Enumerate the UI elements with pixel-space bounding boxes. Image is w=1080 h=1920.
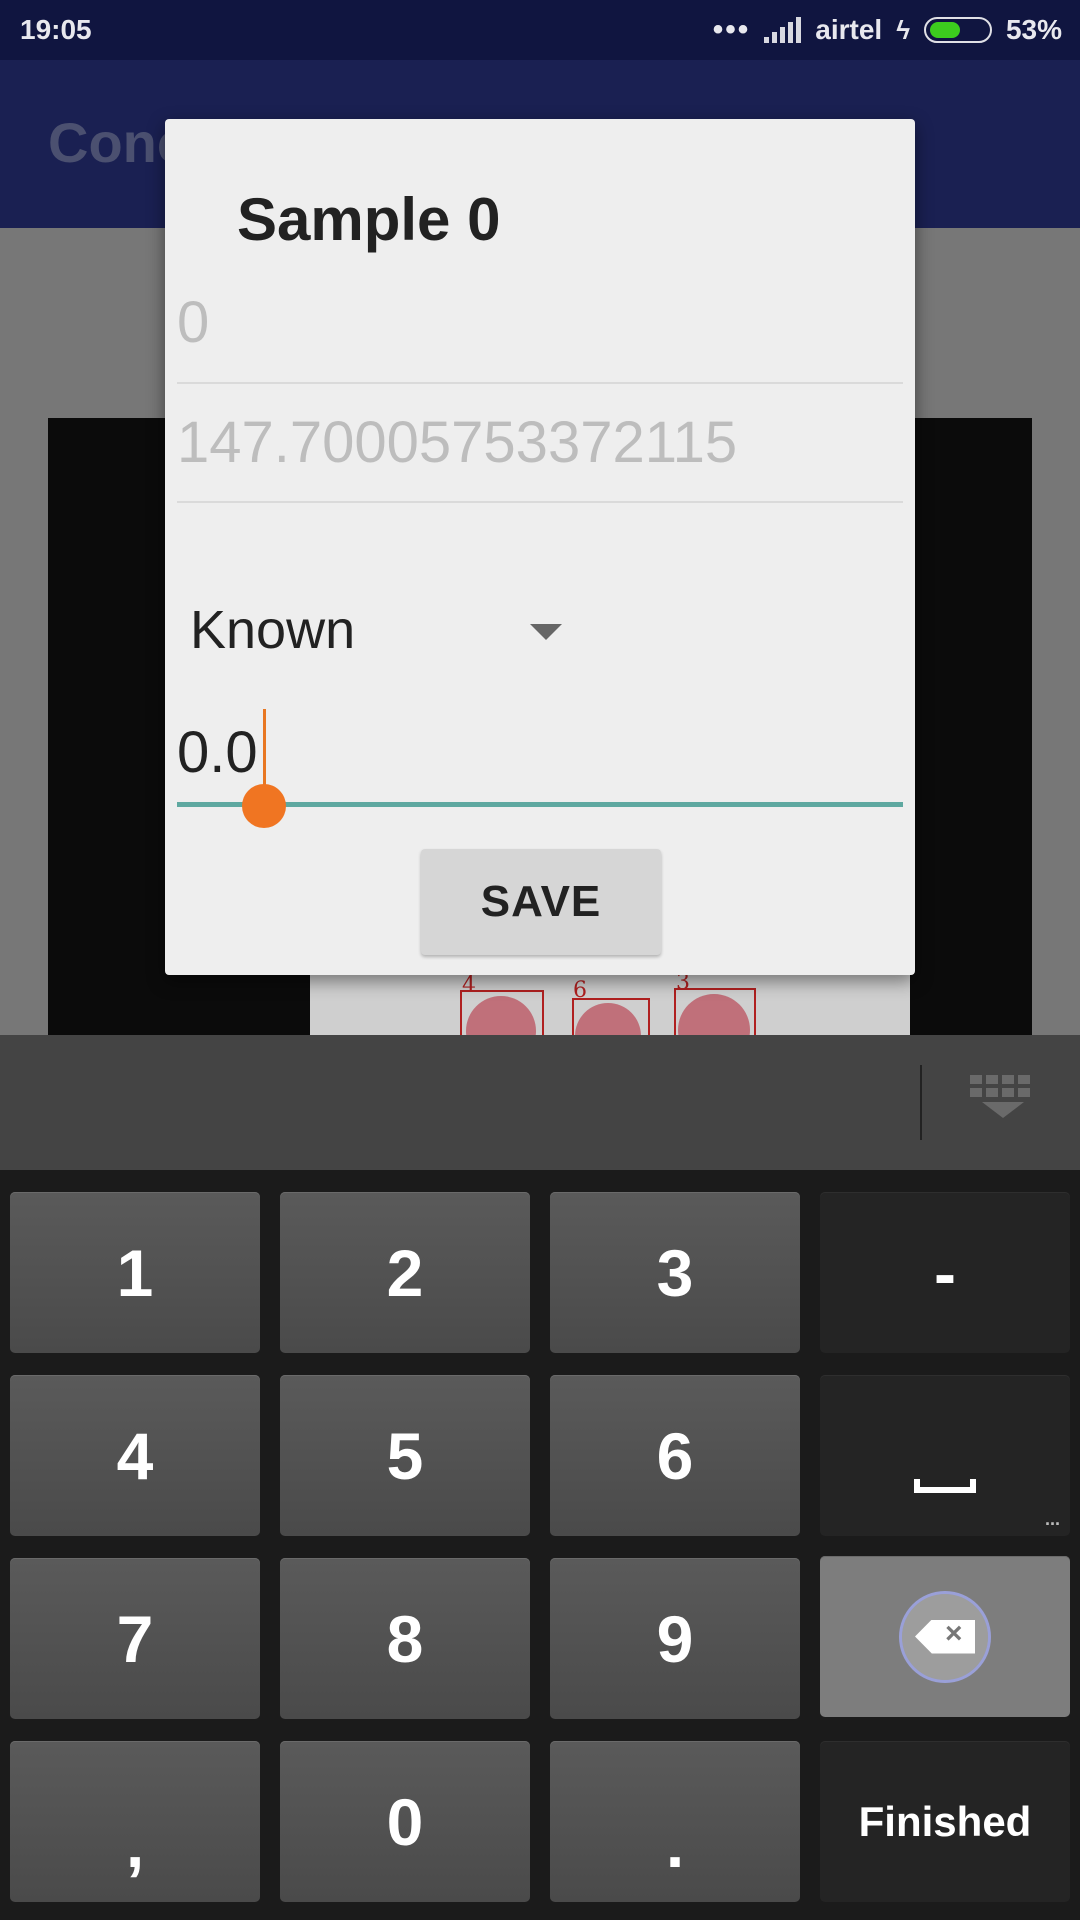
hide-keyboard-icon[interactable] bbox=[970, 1075, 1036, 1131]
key-7[interactable]: 7 bbox=[10, 1558, 260, 1719]
key-period[interactable]: . bbox=[550, 1741, 800, 1902]
backspace-icon: × bbox=[902, 1593, 988, 1680]
key-1[interactable]: 1 bbox=[10, 1192, 260, 1353]
key-4[interactable]: 4 bbox=[10, 1375, 260, 1536]
signal-icon bbox=[764, 17, 802, 43]
key-8[interactable]: 8 bbox=[280, 1558, 530, 1719]
battery-icon bbox=[923, 17, 992, 43]
dropdown-arrow-icon bbox=[530, 624, 562, 640]
key-3[interactable]: 3 bbox=[550, 1192, 800, 1353]
carrier-name: airtel bbox=[815, 14, 883, 45]
charging-icon: ϟ bbox=[896, 14, 910, 45]
key-9[interactable]: 9 bbox=[550, 1558, 800, 1719]
key-finished[interactable]: Finished bbox=[820, 1741, 1070, 1902]
clock: 19:05 bbox=[20, 14, 92, 45]
space-icon bbox=[914, 1478, 976, 1493]
cursor-handle[interactable] bbox=[242, 784, 286, 828]
key-5[interactable]: 5 bbox=[280, 1375, 530, 1536]
keyboard-toolbar bbox=[0, 1035, 1080, 1170]
key-6[interactable]: 6 bbox=[550, 1375, 800, 1536]
key-0[interactable]: 0 bbox=[280, 1741, 530, 1902]
toolbar-divider bbox=[920, 1065, 922, 1140]
numeric-keyboard: 1 2 3 - 4 5 6 ... 7 8 9 × , 0 . Finished bbox=[0, 1170, 1080, 1920]
key-2[interactable]: 2 bbox=[280, 1192, 530, 1353]
key-backspace[interactable]: × bbox=[820, 1556, 1070, 1717]
save-button[interactable]: SAVE bbox=[421, 849, 661, 955]
sample-dialog: Sample 0 0 147.70005753372115 Known 0.0 … bbox=[165, 119, 915, 975]
key-minus[interactable]: - bbox=[820, 1192, 1070, 1353]
more-keys-hint: ... bbox=[1044, 1509, 1060, 1529]
measurement-underline bbox=[177, 501, 903, 503]
type-spinner[interactable]: Known bbox=[190, 599, 610, 669]
spinner-selected-label: Known bbox=[190, 600, 356, 660]
more-notifications-icon: ••• bbox=[712, 13, 751, 46]
concentration-value: 0.0 bbox=[177, 720, 258, 785]
key-comma[interactable]: , bbox=[10, 1741, 260, 1902]
dialog-title: Sample 0 bbox=[237, 186, 501, 253]
measurement-field[interactable]: 147.70005753372115 bbox=[177, 279, 903, 504]
key-space[interactable]: ... bbox=[820, 1375, 1070, 1536]
status-bar: 19:05 ••• airtel ϟ 53% bbox=[0, 0, 1080, 60]
measurement-value: 147.70005753372115 bbox=[177, 410, 738, 475]
battery-percent: 53% bbox=[1005, 14, 1062, 45]
concentration-input[interactable]: 0.0 bbox=[177, 709, 903, 829]
